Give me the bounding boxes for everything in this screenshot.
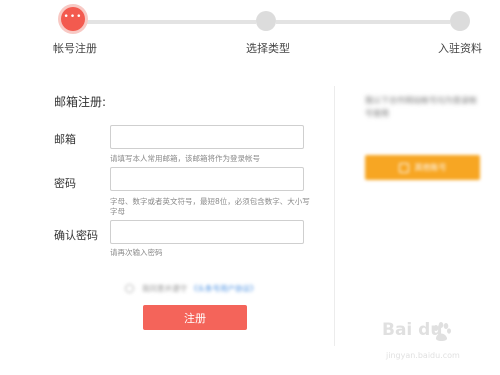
paw-icon: [433, 322, 451, 341]
step-1-dots: •••: [63, 11, 83, 22]
step-3-label: 入驻资料: [438, 42, 482, 55]
form-title: 邮箱注册:: [54, 95, 107, 109]
password-field[interactable]: [110, 167, 304, 191]
register-button[interactable]: 注册: [143, 305, 247, 330]
confirm-password-label: 确认密码: [54, 229, 98, 242]
edit-icon: [398, 162, 409, 173]
agree-text: 我同意并遵守: [142, 284, 187, 293]
email-label: 邮箱: [54, 133, 76, 146]
baidu-watermark: Bai du jingyan.baidu.com: [380, 318, 492, 368]
email-hint: 请填写本人常用邮箱，该邮箱将作为登录帐号: [110, 154, 260, 163]
panel-divider: [334, 86, 335, 346]
step-2-label: 选择类型: [246, 42, 290, 55]
password-hint: 字母、数字或者英文符号，最短8位，必须包含数字、大小写字母: [110, 197, 310, 216]
step-3-indicator: [450, 11, 470, 31]
step-1-label: 帐号注册: [53, 42, 97, 55]
progress-steps: ••• 帐号注册 选择类型 入驻资料: [0, 0, 500, 60]
third-party-login-button[interactable]: 其他账号: [365, 155, 480, 180]
step-1-indicator: •••: [61, 7, 85, 31]
user-agreement-link[interactable]: 《头条号用户协议》: [190, 283, 258, 294]
email-field[interactable]: [110, 125, 304, 149]
step-2-indicator: [256, 11, 276, 31]
agree-radio[interactable]: [125, 284, 134, 293]
third-party-login-label: 其他账号: [414, 163, 447, 172]
password-label: 密码: [54, 177, 76, 190]
third-party-login-text: 我以下合作网站帐号均为登录帐号使用: [365, 96, 477, 118]
watermark-url: jingyan.baidu.com: [386, 351, 460, 360]
progress-track: [84, 20, 256, 24]
agreement-row: 我同意并遵守 《头条号用户协议》: [125, 283, 258, 294]
confirm-password-hint: 请再次输入密码: [110, 248, 163, 257]
progress-track: [276, 20, 450, 24]
confirm-password-field[interactable]: [110, 220, 304, 244]
